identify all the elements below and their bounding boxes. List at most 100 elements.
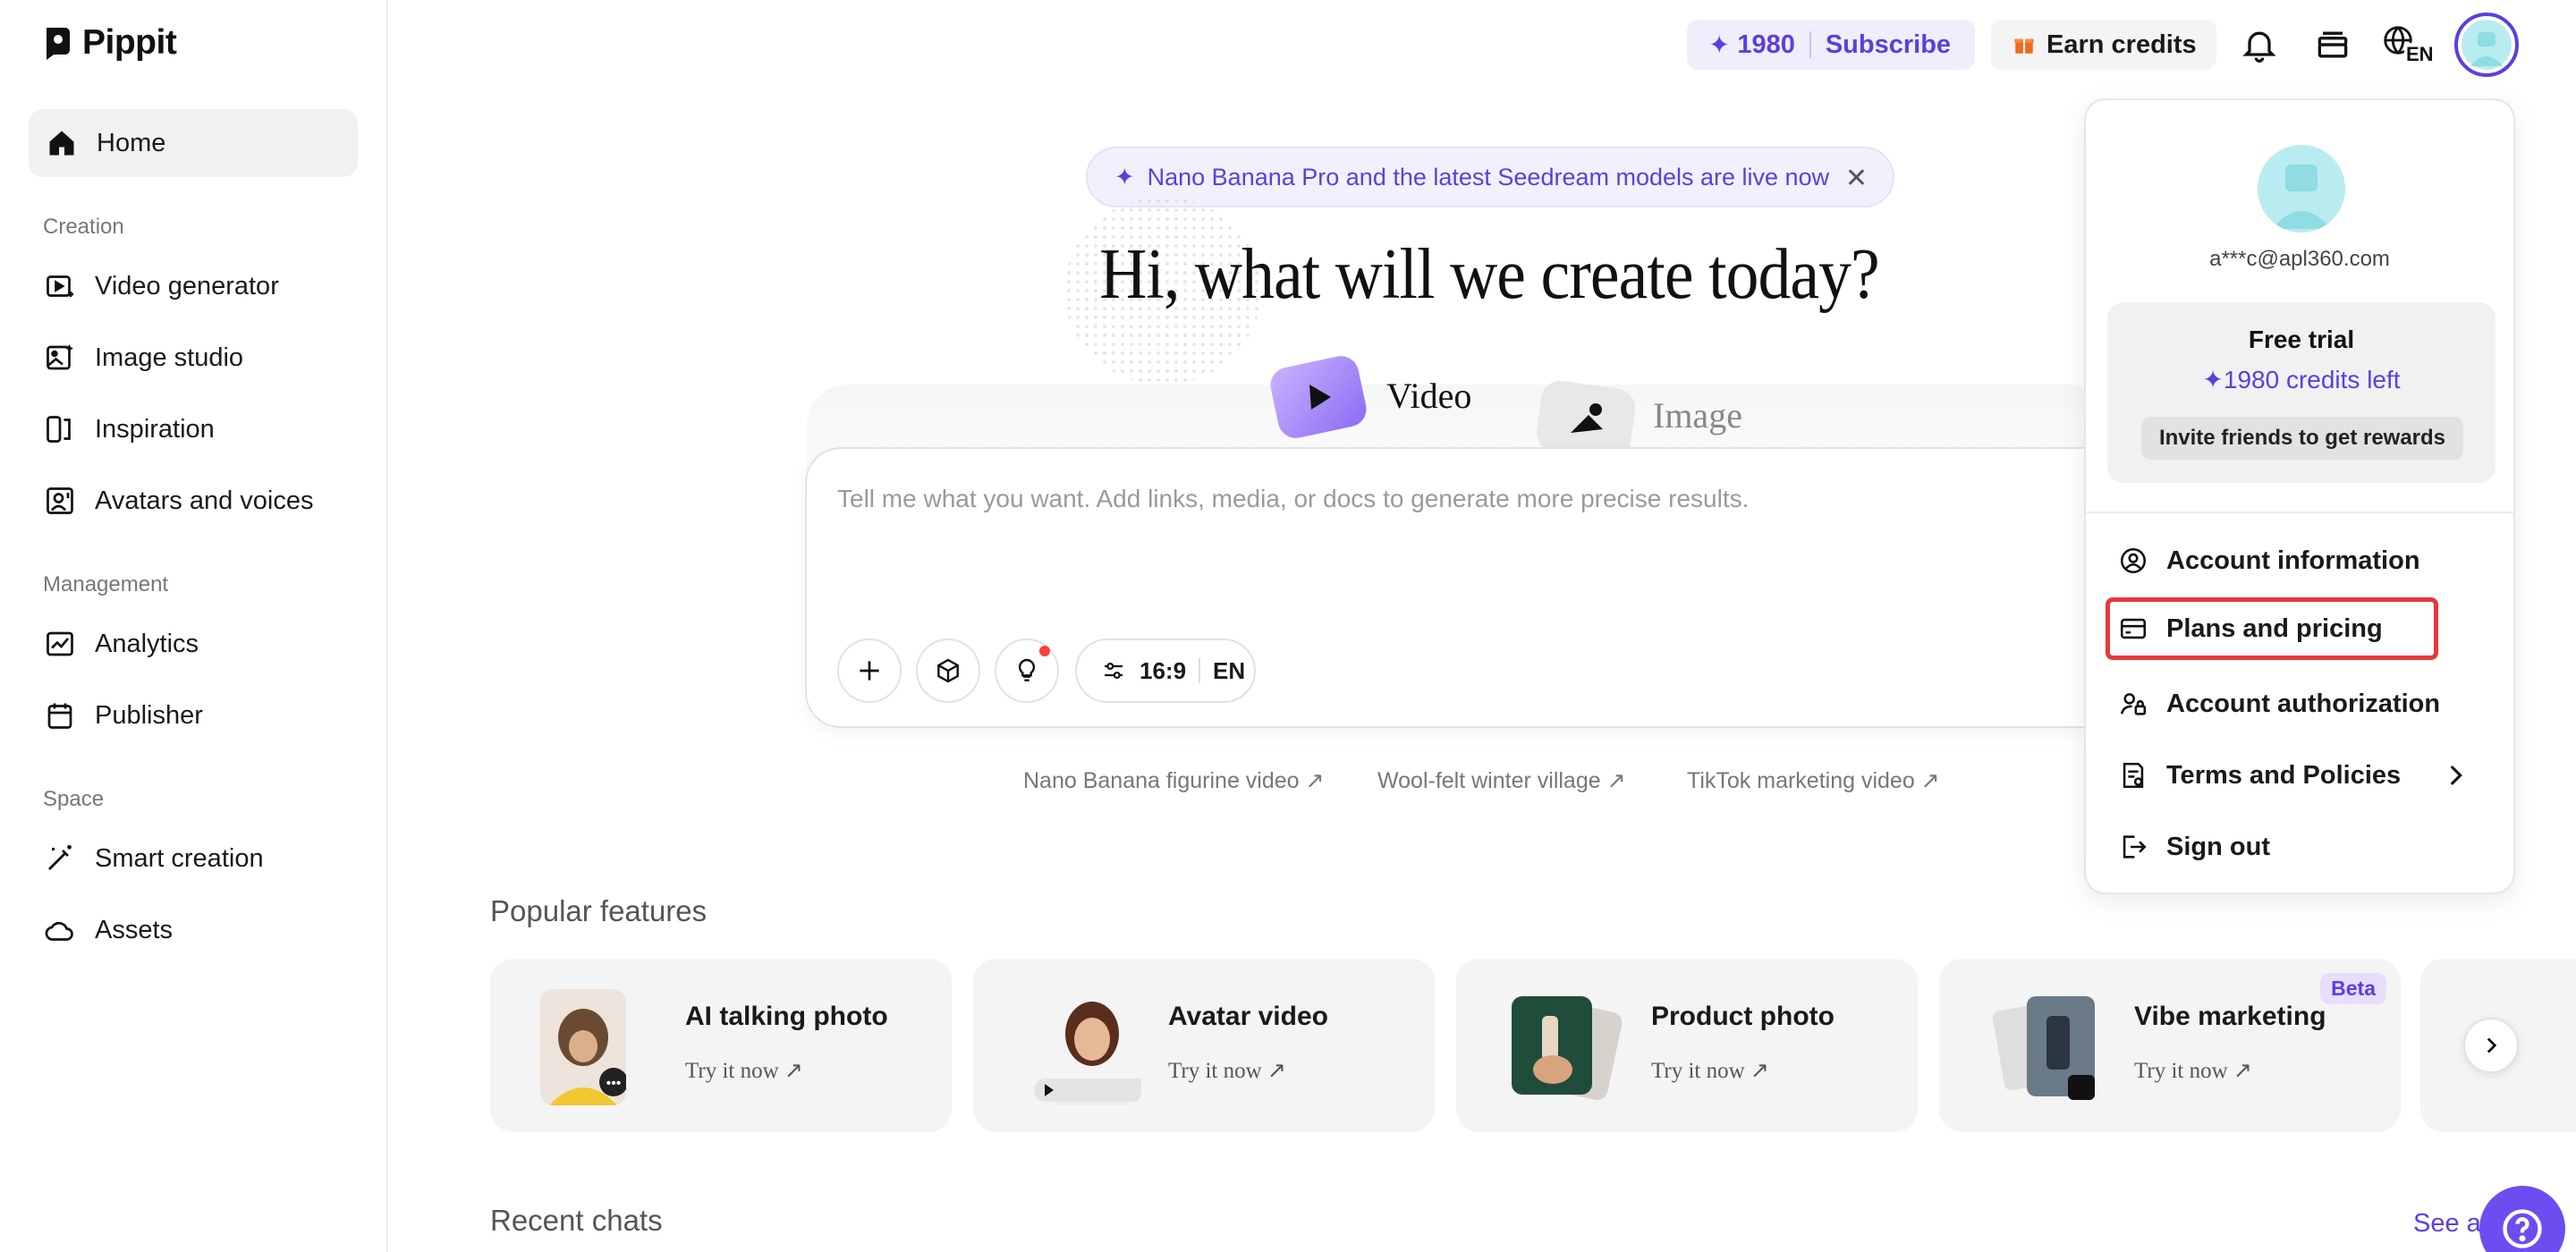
sidebar-item-analytics[interactable]: Analytics <box>29 615 358 673</box>
language-label: EN <box>1213 656 1246 684</box>
plus-icon <box>860 661 879 681</box>
prompt-composer[interactable]: Tell me what you want. Add links, media,… <box>805 447 2165 728</box>
account-avatar <box>2258 145 2345 233</box>
video-mode-icon <box>1270 356 1367 438</box>
mode-tab-video[interactable]: Video <box>1265 351 1471 440</box>
add-attachment-button[interactable] <box>837 639 902 703</box>
credits-subscribe-pill[interactable]: ✦ 1980 Subscribe <box>1687 20 1975 70</box>
document-icon <box>2123 762 2144 789</box>
mode-label: Image <box>1653 394 1742 436</box>
feature-title: AI talking photo <box>685 1002 888 1031</box>
language-label: EN <box>2404 43 2436 66</box>
sidebar-item-avatars-voices[interactable]: Avatars and voices <box>29 472 358 529</box>
logo[interactable]: Pippit <box>43 23 177 63</box>
feature-card-product-photo[interactable]: Product photo Try it now ↗ <box>1456 959 1918 1132</box>
menu-item-label: Sign out <box>2166 832 2270 861</box>
sidebar-item-label: Video generator <box>95 271 279 300</box>
menu-item-label: Account information <box>2166 546 2420 575</box>
inspiration-icon <box>43 412 77 446</box>
sidebar-item-label: Image studio <box>95 343 244 372</box>
avatar-voice-icon <box>43 484 77 518</box>
announcement-banner[interactable]: ✦ Nano Banana Pro and the latest Seedrea… <box>1086 147 1894 207</box>
idea-button[interactable] <box>995 639 1059 703</box>
carousel-next-button[interactable] <box>2463 1018 2519 1073</box>
close-icon[interactable]: ✕ <box>1845 163 1868 194</box>
image-icon <box>43 341 77 375</box>
prompt-input[interactable]: Tell me what you want. Add links, media,… <box>837 485 1749 513</box>
account-menu: a***c@apl360.com Free trial ✦1980 credit… <box>2084 98 2515 894</box>
sidebar-item-label: Home <box>97 128 166 157</box>
account-email: a***c@apl360.com <box>2209 247 2390 271</box>
sidebar-item-label: Smart creation <box>95 843 264 873</box>
invite-friends-button[interactable]: Invite friends to get rewards <box>2141 417 2463 460</box>
model-button[interactable] <box>916 639 980 703</box>
sidebar-item-smart-creation[interactable]: Smart creation <box>29 830 358 887</box>
language-button[interactable]: EN <box>2379 23 2436 66</box>
sidebar-item-label: Analytics <box>95 629 199 658</box>
feature-card-avatar-video[interactable]: Avatar video Try it now ↗ <box>973 959 1435 1132</box>
user-lock-icon <box>2120 693 2147 715</box>
feature-cta[interactable]: Try it now ↗ <box>685 1057 803 1084</box>
notifications-button[interactable] <box>2238 23 2281 66</box>
stack-icon <box>2318 31 2348 58</box>
settings-pill[interactable]: 16:9 EN <box>1075 639 1256 703</box>
feature-cta[interactable]: Try it now ↗ <box>1168 1057 1286 1084</box>
beta-badge: Beta <box>2320 973 2386 1004</box>
sidebar-item-inspiration[interactable]: Inspiration <box>29 401 358 458</box>
help-button[interactable] <box>2479 1186 2565 1252</box>
sidebar-item-image-studio[interactable]: Image studio <box>29 329 358 386</box>
page-title: Hi, what will we create today? <box>1099 235 1880 314</box>
feature-cta[interactable]: Try it now ↗ <box>2134 1057 2252 1084</box>
divider <box>1809 31 1811 58</box>
sliders-icon <box>1105 662 1123 679</box>
sidebar-item-publisher[interactable]: Publisher <box>29 687 358 744</box>
earn-credits-button[interactable]: Earn credits <box>1991 20 2216 70</box>
image-mode-icon <box>1536 380 1636 451</box>
chevron-right-icon <box>2450 765 2462 786</box>
lightbulb-icon <box>1018 658 1036 681</box>
video-play-icon <box>43 269 77 303</box>
feature-card-vibe-marketing[interactable]: Vibe marketing Try it now ↗ Beta <box>1939 959 2401 1132</box>
popular-features-title: Popular features <box>490 894 708 927</box>
subscribe-button[interactable]: Subscribe <box>1826 30 1951 60</box>
sidebar-item-home[interactable]: Home <box>29 109 358 177</box>
sidebar-item-label: Assets <box>95 915 174 944</box>
account-avatar-button[interactable] <box>2454 13 2519 77</box>
feature-title: Product photo <box>1651 1002 1835 1031</box>
credits-left-text: 1980 credits left <box>2223 366 2401 393</box>
suggestion-link[interactable]: Wool-felt winter village ↗ <box>1377 767 1626 794</box>
sidebar-item-label: Avatars and voices <box>95 486 314 515</box>
chevron-right-icon <box>2487 1037 2497 1053</box>
menu-item-plans-pricing[interactable]: Plans and pricing <box>2106 597 2438 660</box>
feature-thumbnail <box>1025 989 1141 1105</box>
credits-count: 1980 <box>1737 30 1795 59</box>
svg-text:•••: ••• <box>606 1076 622 1091</box>
avatar-icon <box>2462 20 2512 70</box>
cube-icon <box>937 658 959 683</box>
help-icon <box>2503 1209 2542 1248</box>
avatar-icon <box>2258 145 2345 233</box>
feature-title: Avatar video <box>1168 1002 1328 1031</box>
calendar-icon <box>43 698 77 732</box>
recent-chats-title: Recent chats <box>490 1204 663 1237</box>
sidebar-item-label: Publisher <box>95 700 203 730</box>
menu-item-terms-policies[interactable]: Terms and Policies <box>2106 744 2496 807</box>
sparkle-icon: ✦ <box>2202 366 2224 393</box>
plan-name: Free trial <box>2248 326 2355 353</box>
sidebar-item-video-generator[interactable]: Video generator <box>29 258 358 315</box>
menu-item-account-authorization[interactable]: Account authorization <box>2106 673 2496 735</box>
feature-cta[interactable]: Try it now ↗ <box>1651 1057 1769 1084</box>
sidebar-item-assets[interactable]: Assets <box>29 901 358 959</box>
feature-card-ai-talking-photo[interactable]: ••• AI talking photo Try it now ↗ <box>490 959 952 1132</box>
divider <box>1199 658 1201 683</box>
mode-tab-image[interactable]: Image <box>1535 379 1742 451</box>
stack-button[interactable] <box>2311 23 2354 66</box>
gift-icon <box>2014 38 2034 54</box>
divider <box>2086 512 2513 513</box>
suggestion-link[interactable]: Nano Banana figurine video ↗ <box>1023 767 1324 794</box>
suggestion-link[interactable]: TikTok marketing video ↗ <box>1687 767 1940 794</box>
aspect-ratio-label: 16:9 <box>1140 656 1187 684</box>
sign-out-icon <box>2123 835 2147 859</box>
menu-item-sign-out[interactable]: Sign out <box>2106 816 2496 878</box>
menu-item-account-information[interactable]: Account information <box>2106 529 2496 592</box>
